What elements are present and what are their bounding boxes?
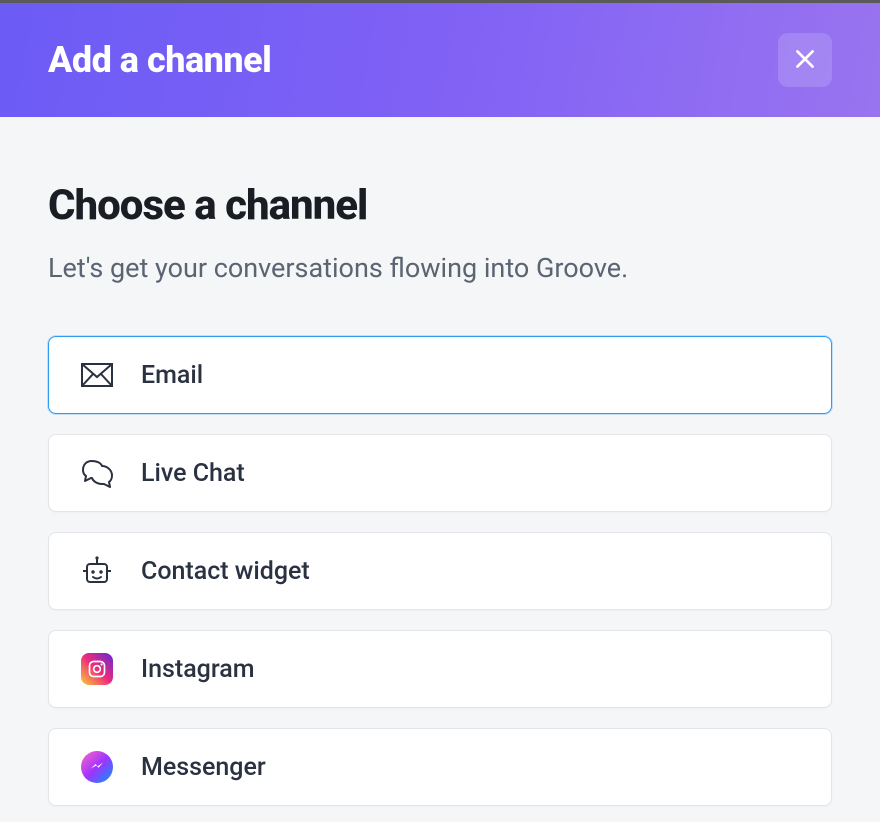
instagram-icon bbox=[81, 653, 113, 685]
channel-option-email[interactable]: Email bbox=[48, 336, 832, 414]
channel-label: Instagram bbox=[141, 655, 255, 684]
channel-option-livechat[interactable]: Live Chat bbox=[48, 434, 832, 512]
modal-header: Add a channel bbox=[0, 3, 880, 117]
channel-option-contact-widget[interactable]: Contact widget bbox=[48, 532, 832, 610]
channel-option-messenger[interactable]: Messenger bbox=[48, 728, 832, 806]
choose-subheading: Let's get your conversations flowing int… bbox=[48, 252, 832, 284]
close-button[interactable] bbox=[778, 33, 832, 87]
chat-icon bbox=[81, 457, 113, 489]
channel-label: Messenger bbox=[141, 753, 266, 782]
channel-option-instagram[interactable]: Instagram bbox=[48, 630, 832, 708]
channel-label: Live Chat bbox=[141, 459, 245, 488]
email-icon bbox=[81, 359, 113, 391]
close-icon bbox=[792, 46, 818, 75]
channel-label: Contact widget bbox=[141, 557, 310, 586]
modal-content: Choose a channel Let's get your conversa… bbox=[0, 117, 880, 806]
choose-heading: Choose a channel bbox=[48, 181, 832, 230]
modal-title: Add a channel bbox=[48, 39, 271, 81]
robot-icon bbox=[81, 555, 113, 587]
channel-label: Email bbox=[141, 361, 203, 390]
channel-list: Email Live Chat bbox=[48, 336, 832, 806]
messenger-icon bbox=[81, 751, 113, 783]
